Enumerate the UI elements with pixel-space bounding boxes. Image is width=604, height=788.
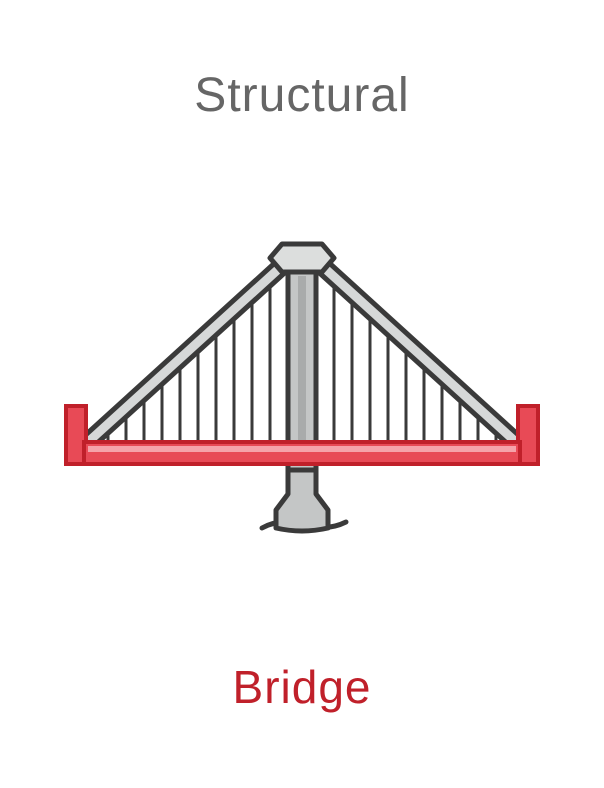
item-label: Bridge <box>232 661 372 713</box>
icon-card: Structural Bridge <box>0 0 604 788</box>
category-title: Structural <box>194 69 410 122</box>
bridge-icon <box>64 241 540 534</box>
